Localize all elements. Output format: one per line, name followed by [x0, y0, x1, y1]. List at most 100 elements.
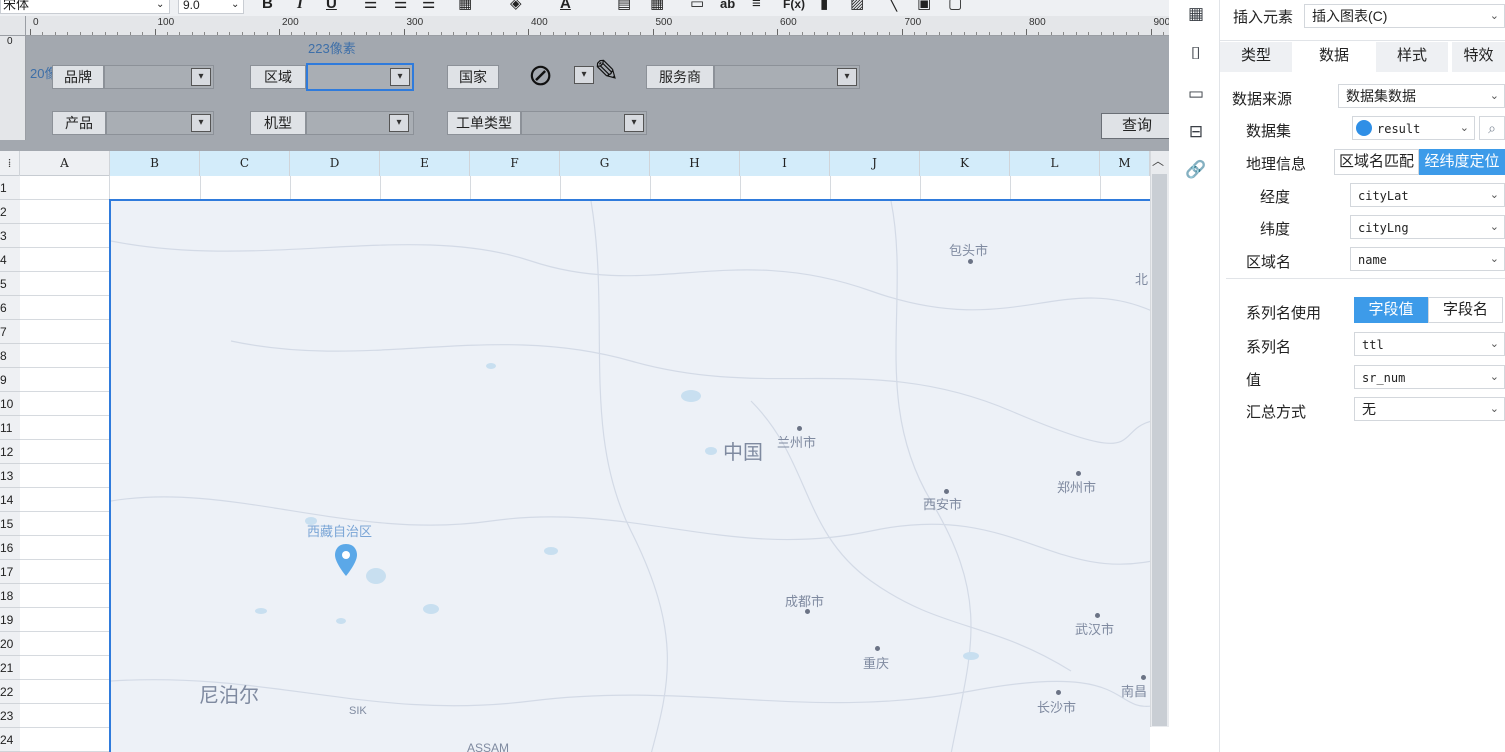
row-header[interactable]: 24: [0, 728, 20, 752]
column-header-h[interactable]: H: [650, 151, 740, 176]
row-header[interactable]: 10: [0, 392, 20, 416]
map-chart[interactable]: 包头市 北 中国 兰州市 郑州市 西安市 西藏自治区 成都市 武汉市 重庆 尼泊…: [109, 199, 1150, 752]
ticket-type-combo[interactable]: ▾: [521, 111, 647, 135]
align-center-icon[interactable]: ☰: [394, 0, 407, 13]
tab-effects[interactable]: 特效: [1452, 42, 1505, 72]
widget-icon[interactable]: ⌷: [1182, 42, 1210, 66]
slash-icon[interactable]: ╲: [888, 0, 897, 13]
row-header[interactable]: 16: [0, 536, 20, 560]
value-select[interactable]: sr_num ⌄: [1354, 365, 1505, 389]
series-field-value-option[interactable]: 字段值: [1354, 297, 1428, 323]
data-source-select[interactable]: 数据集数据 ⌄: [1338, 84, 1505, 108]
table-icon[interactable]: ▦: [650, 0, 664, 13]
dropdown-icon[interactable]: ▾: [624, 114, 644, 132]
latitude-select[interactable]: cityLng ⌄: [1350, 215, 1505, 239]
dropdown-icon[interactable]: ▾: [837, 68, 857, 86]
column-header-k[interactable]: K: [920, 151, 1010, 176]
longitude-select[interactable]: cityLat ⌄: [1350, 183, 1505, 207]
area-name-select[interactable]: name ⌄: [1350, 247, 1505, 271]
select-all-corner[interactable]: ⁞: [0, 151, 20, 176]
column-header-i[interactable]: I: [740, 151, 830, 176]
column-header-e[interactable]: E: [380, 151, 470, 176]
sub-report-icon[interactable]: ▣: [917, 0, 931, 13]
merge-cells-icon[interactable]: ▤: [617, 0, 631, 13]
column-header-a[interactable]: A: [20, 151, 110, 176]
align-right-icon[interactable]: ☰: [422, 0, 435, 13]
geo-latlng-option[interactable]: 经纬度定位: [1419, 149, 1505, 175]
geo-area-name-option[interactable]: 区域名匹配: [1334, 149, 1419, 175]
summary-select[interactable]: 无 ⌄: [1354, 397, 1505, 421]
row-header[interactable]: 5: [0, 272, 20, 296]
column-header-c[interactable]: C: [200, 151, 290, 176]
query-button[interactable]: 查询: [1101, 113, 1173, 139]
border-icon[interactable]: ▦: [458, 0, 472, 13]
scrollbar-thumb[interactable]: [1152, 174, 1167, 726]
align-left-icon[interactable]: ☰: [364, 0, 377, 13]
dropdown-icon[interactable]: ▾: [390, 68, 410, 86]
row-header[interactable]: 9: [0, 368, 20, 392]
row-header[interactable]: 19: [0, 608, 20, 632]
column-header-d[interactable]: D: [290, 151, 380, 176]
paragraph-icon[interactable]: ≡: [752, 0, 761, 13]
column-header-j[interactable]: J: [830, 151, 920, 176]
row-header[interactable]: 8: [0, 344, 20, 368]
tab-data[interactable]: 数据: [1296, 42, 1372, 72]
row-header[interactable]: 12: [0, 440, 20, 464]
column-header-m[interactable]: M: [1100, 151, 1150, 176]
dropdown-icon[interactable]: ▾: [574, 66, 594, 84]
row-header[interactable]: 17: [0, 560, 20, 584]
row-header[interactable]: 21: [0, 656, 20, 680]
row-header[interactable]: 2: [0, 200, 20, 224]
brand-combo[interactable]: ▾: [104, 65, 214, 89]
row-header[interactable]: 6: [0, 296, 20, 320]
dropdown-icon[interactable]: ▾: [191, 114, 211, 132]
fill-color-icon[interactable]: ◈: [510, 0, 522, 13]
row-header[interactable]: 23: [0, 704, 20, 728]
row-header[interactable]: 3: [0, 224, 20, 248]
dropdown-icon[interactable]: ▾: [191, 68, 211, 86]
form-widget-icon[interactable]: ▭: [1182, 82, 1210, 106]
insert-text-button[interactable]: ab: [720, 0, 735, 13]
column-header-l[interactable]: L: [1010, 151, 1100, 176]
insert-element-select[interactable]: 插入图表(C) ⌄: [1304, 4, 1505, 28]
element-attribute-icon[interactable]: ⊟: [1182, 120, 1210, 144]
row-header[interactable]: 4: [0, 248, 20, 272]
region-combo[interactable]: ▾: [306, 63, 414, 91]
row-header[interactable]: 18: [0, 584, 20, 608]
row-header[interactable]: 14: [0, 488, 20, 512]
model-combo[interactable]: ▾: [306, 111, 414, 135]
service-combo[interactable]: ▾: [714, 65, 860, 89]
image-icon[interactable]: ▨: [850, 0, 864, 13]
column-header-g[interactable]: G: [560, 151, 650, 176]
font-family-select[interactable]: 宋体 ⌄: [0, 0, 170, 14]
row-header[interactable]: 22: [0, 680, 20, 704]
font-size-select[interactable]: 9.0 ⌄: [178, 0, 244, 14]
edit-pencil-icon[interactable]: ✎: [594, 54, 619, 89]
bold-button[interactable]: B: [262, 0, 273, 13]
search-icon[interactable]: ⌕: [1479, 116, 1505, 140]
dataset-select[interactable]: result ⌄: [1352, 116, 1475, 140]
series-name-select[interactable]: ttl ⌄: [1354, 332, 1505, 356]
series-field-name-option[interactable]: 字段名: [1428, 297, 1503, 323]
row-header[interactable]: 15: [0, 512, 20, 536]
product-combo[interactable]: ▾: [106, 111, 214, 135]
cell-attribute-icon[interactable]: ▦: [1182, 2, 1210, 26]
link-icon[interactable]: 🔗: [1182, 158, 1210, 182]
more-icon[interactable]: ▢: [948, 0, 962, 13]
font-color-button[interactable]: A: [560, 0, 571, 13]
row-header[interactable]: 11: [0, 416, 20, 440]
row-header[interactable]: 13: [0, 464, 20, 488]
formula-button[interactable]: F(x): [783, 0, 805, 13]
text-box-icon[interactable]: ▭: [690, 0, 704, 13]
scroll-up-icon[interactable]: ︿: [1152, 152, 1164, 169]
row-header[interactable]: 1: [0, 176, 20, 200]
tab-style[interactable]: 样式: [1376, 42, 1448, 72]
column-header-f[interactable]: F: [470, 151, 560, 176]
italic-button[interactable]: I: [297, 0, 303, 13]
underline-button[interactable]: U: [326, 0, 337, 13]
row-header[interactable]: 20: [0, 632, 20, 656]
row-header[interactable]: 7: [0, 320, 20, 344]
dropdown-icon[interactable]: ▾: [389, 114, 409, 132]
column-header-b[interactable]: B: [110, 151, 200, 176]
hidden-eye-icon[interactable]: ⊘: [528, 58, 553, 93]
